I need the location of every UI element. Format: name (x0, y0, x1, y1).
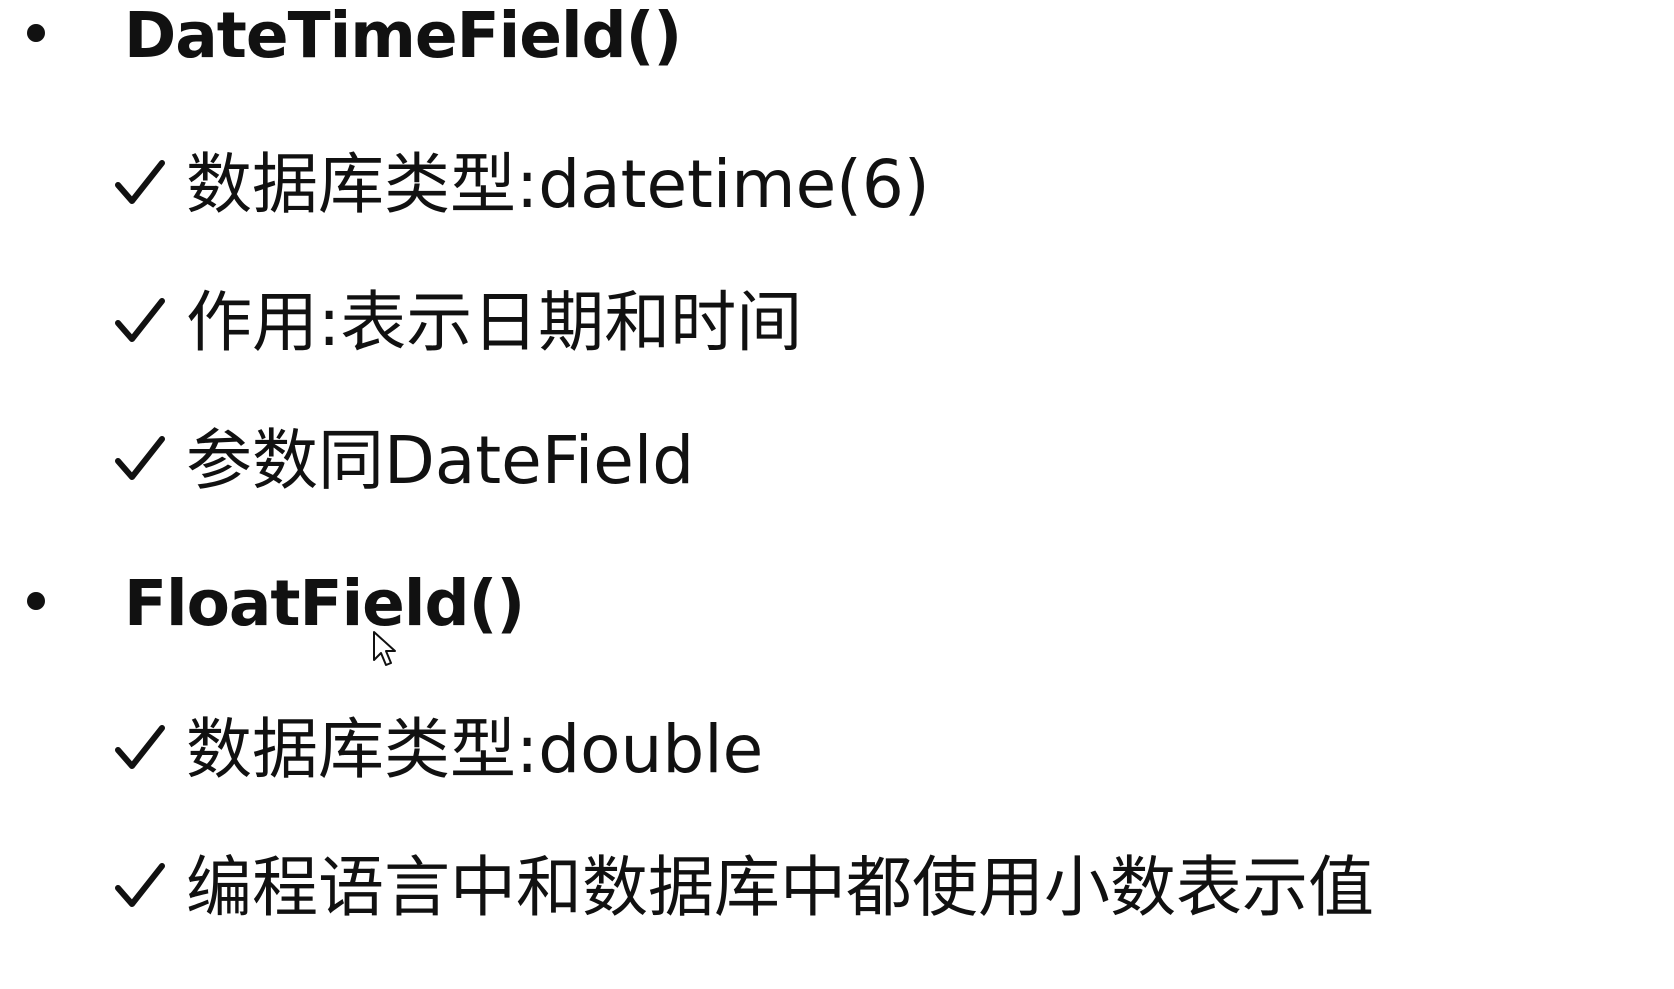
checkmark-icon (115, 436, 165, 480)
slide: DateTimeField() 数据库类型:datetime(6) 作用:表示日… (0, 0, 1674, 989)
list-item-text: 数据库类型:datetime(6) (186, 146, 930, 223)
section-heading: FloatField() (124, 567, 525, 640)
checkmark-icon (115, 863, 165, 907)
heading-row: DateTimeField() (0, 0, 1600, 80)
section-heading: DateTimeField() (124, 0, 682, 72)
heading-row: FloatField() (0, 567, 1600, 648)
checkmark-icon (115, 725, 165, 769)
list-item: 编程语言中和数据库中都使用小数表示值 (0, 848, 1600, 928)
list-item-text: 作用:表示日期和时间 (186, 284, 803, 361)
list-item: 作用:表示日期和时间 (0, 283, 1600, 363)
mouse-pointer-icon (373, 631, 396, 666)
list-item-text: 编程语言中和数据库中都使用小数表示值 (186, 849, 1374, 926)
list-item: 数据库类型:datetime(6) (0, 145, 1600, 225)
checkmark-icon (115, 298, 165, 342)
checkmark-icon (115, 160, 165, 204)
bullet-dot-icon (27, 24, 45, 42)
list-item-text: 参数同DateField (186, 422, 695, 499)
list-item: 参数同DateField (0, 421, 1600, 501)
bullet-dot-icon (27, 592, 45, 610)
list-item: 数据库类型:double (0, 710, 1600, 790)
list-item-text: 数据库类型:double (186, 711, 764, 788)
